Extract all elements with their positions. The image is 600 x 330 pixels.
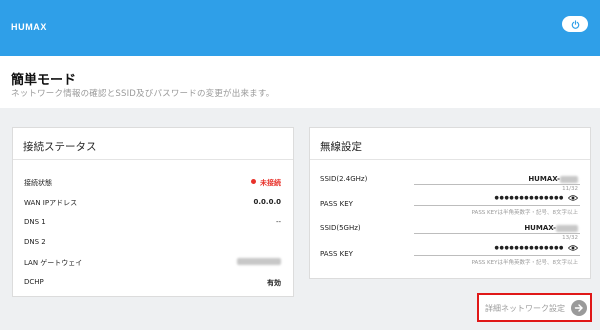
card-divider (310, 159, 590, 160)
pass-5-label: PASS KEY (320, 250, 353, 258)
ssid-5-counter: 13/32 (562, 235, 578, 241)
page-title: 簡単モード (11, 73, 77, 88)
top-bar (0, 0, 600, 56)
connection-status-card: 接続ステータス 接続状態 未接続 WAN IPアドレス 0.0.0.0 DNS … (12, 127, 294, 297)
pass-24-hint: PASS KEYは半角英数字・記号、8文字以上 (471, 210, 578, 216)
wireless-settings-card: 無線設定 SSID(2.4GHz) HUMAX- 11/32 PASS KEY … (309, 127, 591, 279)
ssid-24-redacted (560, 175, 578, 183)
connection-status-title: 接続ステータス (23, 141, 97, 153)
ssid-24-underline (414, 184, 580, 185)
ssid-5-label: SSID(5GHz) (320, 224, 361, 232)
pass-24-label: PASS KEY (320, 200, 353, 208)
lan-gateway-label: LAN ゲートウェイ (24, 259, 83, 267)
page-subtitle: ネットワーク情報の確認とSSID及びパスワードの変更が出来ます。 (11, 89, 275, 99)
power-icon (571, 19, 579, 29)
humax-logo: HUMAX (11, 22, 47, 32)
pass-24-underline (414, 205, 580, 206)
ssid-5-redacted (556, 224, 578, 232)
card-divider (13, 159, 293, 160)
lan-gateway-value-redacted (237, 257, 281, 265)
pass-24-input[interactable]: ●●●●●●●●●●●●●● (495, 195, 564, 201)
title-band (0, 56, 600, 108)
connection-state-value: 未接続 (251, 178, 281, 188)
wan-ip-label: WAN IPアドレス (24, 199, 78, 207)
ssid-5-underline (414, 233, 580, 234)
status-dot-icon (251, 179, 256, 184)
ssid-5-value: HUMAX- (524, 224, 556, 232)
dns1-value: -- (275, 218, 281, 226)
dhcp-value: 有効 (267, 279, 281, 287)
dhcp-label: DCHP (24, 278, 44, 286)
power-button[interactable] (562, 16, 588, 32)
pass-5-hint: PASS KEYは半角英数字・記号、8文字以上 (471, 260, 578, 266)
ssid-24-value: HUMAX- (528, 175, 560, 183)
show-password-5-icon[interactable] (568, 244, 578, 252)
ssid-24-input[interactable]: HUMAX- (528, 175, 578, 183)
pass-5-input[interactable]: ●●●●●●●●●●●●●● (495, 245, 564, 251)
pass-5-underline (414, 255, 580, 256)
arrow-right-icon (571, 300, 587, 316)
wireless-settings-title: 無線設定 (320, 141, 362, 153)
advanced-network-settings-label: 詳細ネットワーク設定 (485, 304, 565, 313)
dns1-label: DNS 1 (24, 218, 46, 226)
ssid-5-input[interactable]: HUMAX- (524, 224, 578, 232)
status-row-label: 接続状態 (24, 179, 52, 187)
show-password-24-icon[interactable] (568, 194, 578, 202)
dns2-label: DNS 2 (24, 238, 46, 246)
connection-state-text: 未接続 (260, 179, 281, 187)
advanced-network-settings-button[interactable]: 詳細ネットワーク設定 (477, 293, 592, 322)
ssid-24-counter: 11/32 (562, 186, 578, 192)
ssid-24-label: SSID(2.4GHz) (320, 175, 368, 183)
wan-ip-value: 0.0.0.0 (253, 198, 281, 206)
